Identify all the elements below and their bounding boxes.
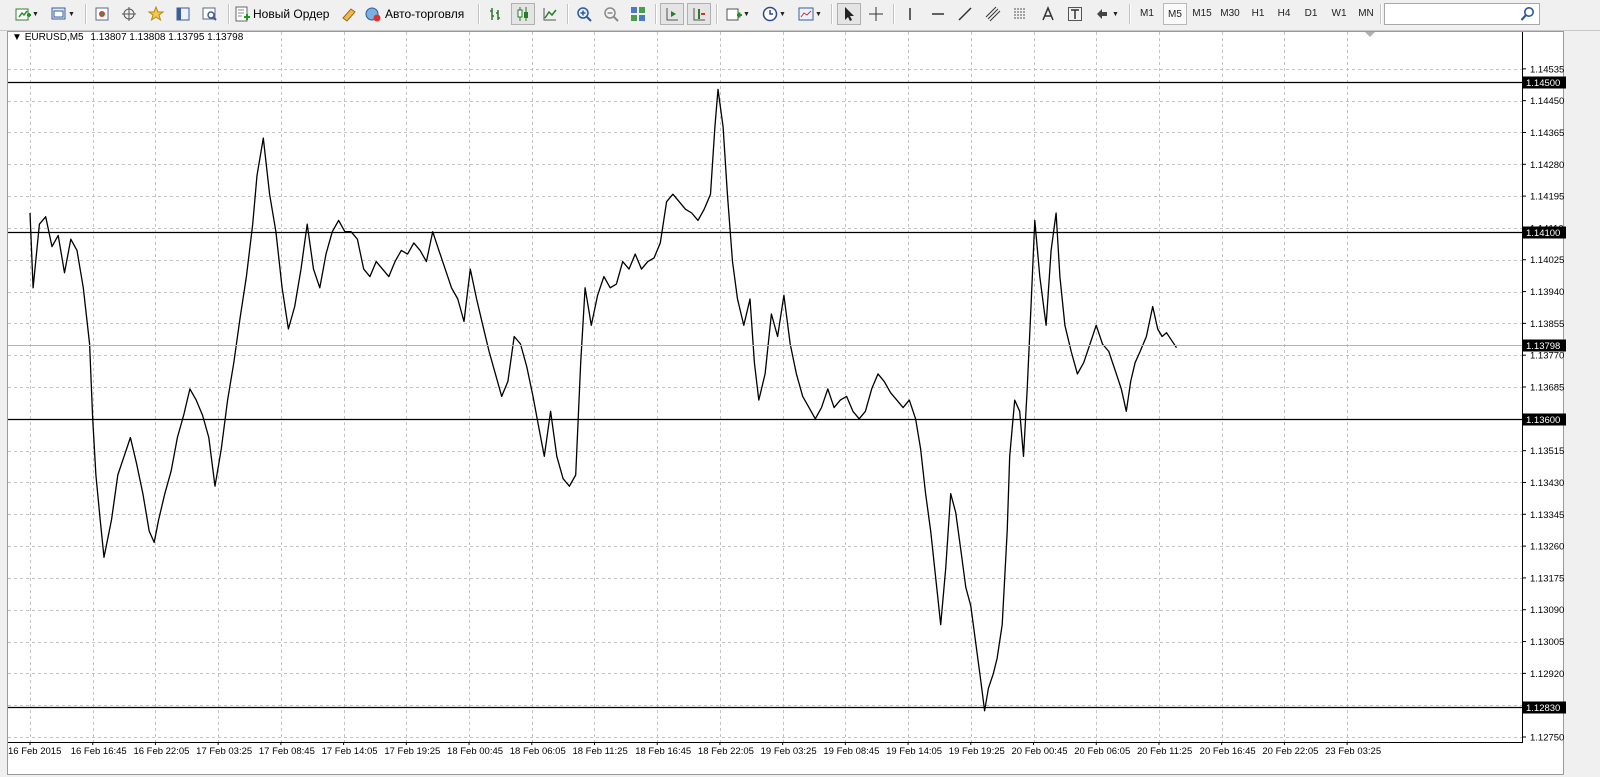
price-tick-label: 1.13855: [1530, 319, 1564, 330]
price-tick-label: 1.13260: [1530, 542, 1564, 553]
time-tick-label: 20 Feb 06:05: [1074, 746, 1130, 757]
chart-menu-icon[interactable]: ▼: [12, 32, 22, 43]
time-tick-label: 18 Feb 22:05: [698, 746, 754, 757]
price-tick-label: 1.14195: [1530, 192, 1564, 203]
time-tick-label: 19 Feb 08:45: [823, 746, 879, 757]
level-price-label: 1.14500: [1526, 78, 1560, 89]
time-tick-label: 19 Feb 19:25: [949, 746, 1005, 757]
price-series-line: [29, 88, 1178, 712]
time-tick-label: 20 Feb 22:05: [1262, 746, 1318, 757]
time-tick-label: 23 Feb 03:25: [1325, 746, 1381, 757]
level-price-label: 1.12830: [1526, 703, 1560, 714]
time-tick-label: 17 Feb 19:25: [384, 746, 440, 757]
chart-ohlc: 1.13807 1.13808 1.13795 1.13798: [90, 32, 244, 43]
price-tick-label: 1.13175: [1530, 573, 1564, 584]
price-tick-label: 1.13345: [1530, 510, 1564, 521]
time-tick-label: 20 Feb 00:45: [1012, 746, 1068, 757]
level-price-label: 1.13600: [1526, 415, 1560, 426]
price-tick-label: 1.13770: [1530, 351, 1564, 362]
price-tick-label: 1.14450: [1530, 96, 1564, 107]
time-tick-label: 18 Feb 00:45: [447, 746, 503, 757]
price-tick-label: 1.13430: [1530, 478, 1564, 489]
time-tick-label: 16 Feb 16:45: [71, 746, 127, 757]
time-tick-label: 17 Feb 14:05: [322, 746, 378, 757]
price-tick-label: 1.14025: [1530, 255, 1564, 266]
price-tick-label: 1.13515: [1530, 446, 1564, 457]
price-tick-label: 1.12750: [1530, 733, 1564, 744]
level-price-label: 1.14100: [1526, 228, 1560, 239]
time-tick-label: 19 Feb 03:25: [761, 746, 817, 757]
time-tick-label: 18 Feb 11:25: [572, 746, 627, 757]
price-tick-label: 1.13005: [1530, 637, 1564, 648]
price-tick-label: 1.13940: [1530, 287, 1564, 298]
time-tick-label: 17 Feb 03:25: [196, 746, 252, 757]
price-tick-label: 1.14280: [1530, 160, 1564, 171]
price-tick-label: 1.13090: [1530, 605, 1564, 616]
price-tick-label: 1.14365: [1530, 128, 1564, 139]
chart-symbol: EURUSD,M5: [24, 32, 84, 43]
time-tick-label: 16 Feb 2015: [8, 746, 61, 757]
chart-title: ▼ EURUSD,M5 1.13807 1.13808 1.13795 1.13…: [12, 32, 243, 43]
time-tick-label: 18 Feb 06:05: [510, 746, 566, 757]
time-tick-label: 20 Feb 11:25: [1137, 746, 1192, 757]
price-tick-label: 1.13685: [1530, 383, 1564, 394]
price-chart[interactable]: 1.14535 1.14450 1.14365 1.14280 1.14195 1.141…: [0, 0, 1600, 777]
time-tick-label: 20 Feb 16:45: [1200, 746, 1256, 757]
time-tick-label: 17 Feb 08:45: [259, 746, 315, 757]
time-tick-label: 16 Feb 22:05: [133, 746, 189, 757]
time-tick-label: 19 Feb 14:05: [886, 746, 942, 757]
time-tick-label: 18 Feb 16:45: [635, 746, 691, 757]
price-tick-label: 1.12920: [1530, 669, 1564, 680]
current-price-label: 1.13798: [1526, 341, 1560, 352]
price-tick-label: 1.14535: [1530, 64, 1564, 75]
chart-shift-marker: [1365, 32, 1375, 37]
